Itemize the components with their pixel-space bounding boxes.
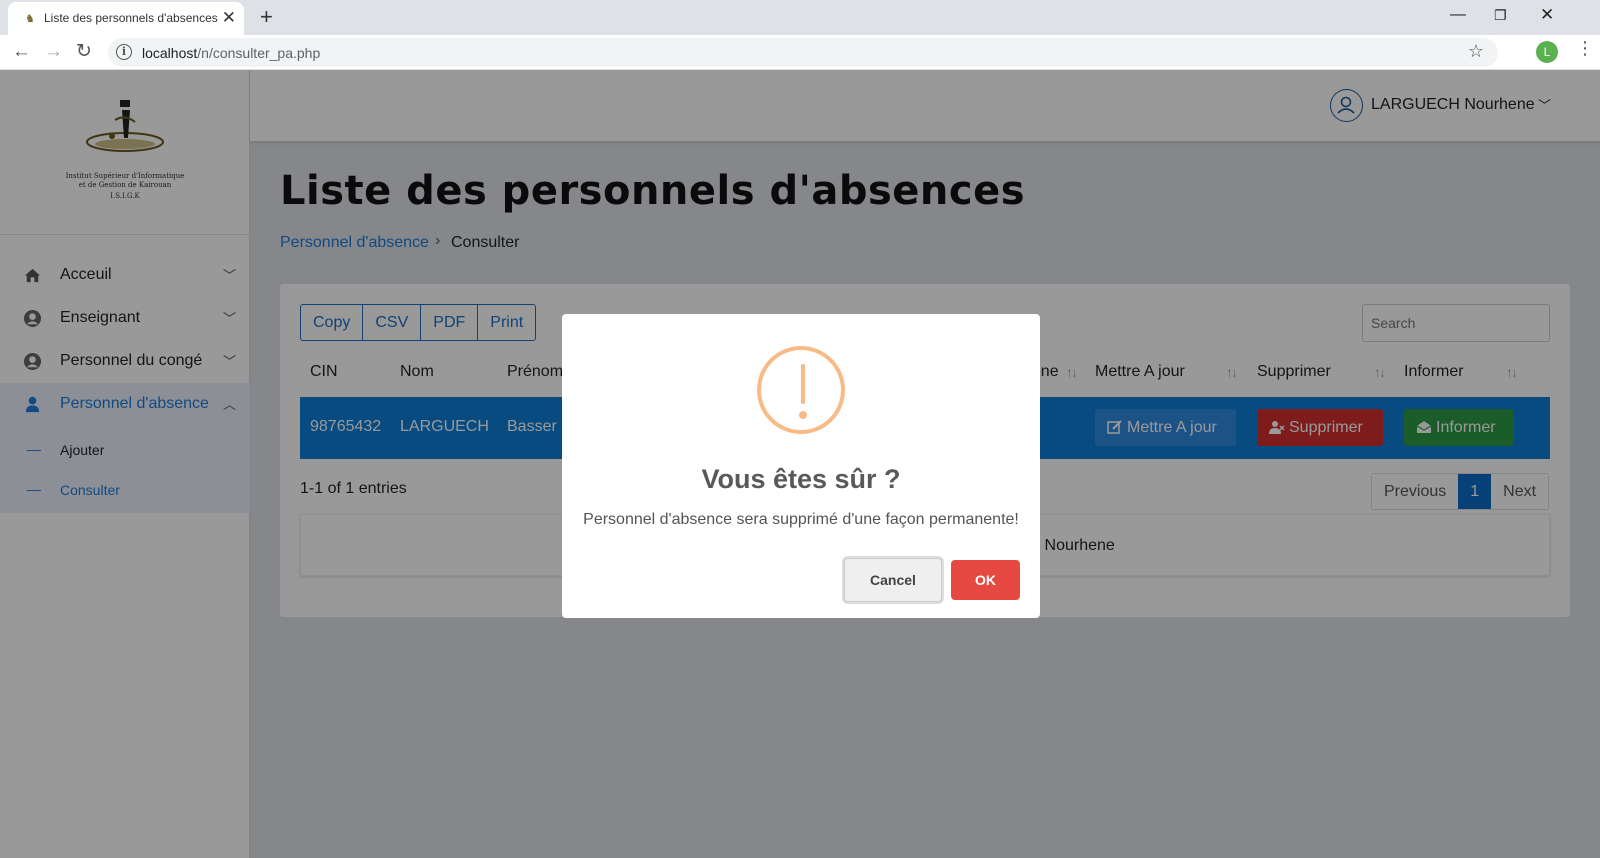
forward-icon[interactable]: →	[44, 39, 63, 65]
ok-button[interactable]: OK	[951, 560, 1020, 600]
browser-tabstrip: ♞ Liste des personnels d'absences ✕ + — …	[0, 0, 1600, 35]
tab-title: Liste des personnels d'absences	[44, 11, 218, 25]
url-text: localhost/n/consulter_pa.php	[142, 45, 321, 61]
window-close-icon[interactable]: ✕	[1540, 2, 1554, 28]
close-tab-icon[interactable]: ✕	[222, 8, 236, 28]
info-icon[interactable]: i	[116, 44, 132, 60]
minimize-icon[interactable]: —	[1450, 2, 1466, 28]
more-menu-icon[interactable]: ⋮	[1576, 38, 1594, 59]
browser-tab[interactable]: ♞ Liste des personnels d'absences ✕	[8, 2, 244, 35]
back-icon[interactable]: ←	[12, 39, 31, 65]
bookmark-star-icon[interactable]: ☆	[1468, 41, 1484, 62]
dialog-title: Vous êtes sûr ?	[701, 464, 901, 494]
favicon-icon: ♞	[25, 13, 35, 25]
confirm-delete-dialog: Vous êtes sûr ? Personnel d'absence sera…	[562, 314, 1040, 618]
cancel-button[interactable]: Cancel	[844, 558, 942, 602]
dialog-message: Personnel d'absence sera supprimé d'une …	[583, 511, 1019, 528]
profile-avatar[interactable]: L	[1536, 41, 1558, 63]
new-tab-icon[interactable]: +	[260, 3, 273, 31]
address-bar[interactable]: i localhost/n/consulter_pa.php ☆	[108, 38, 1498, 67]
warning-icon	[757, 346, 845, 434]
browser-toolbar: ← → ↻ i localhost/n/consulter_pa.php ☆ L…	[0, 35, 1600, 70]
restore-icon[interactable]: ❐	[1494, 2, 1507, 28]
reload-icon[interactable]: ↻	[76, 39, 92, 65]
